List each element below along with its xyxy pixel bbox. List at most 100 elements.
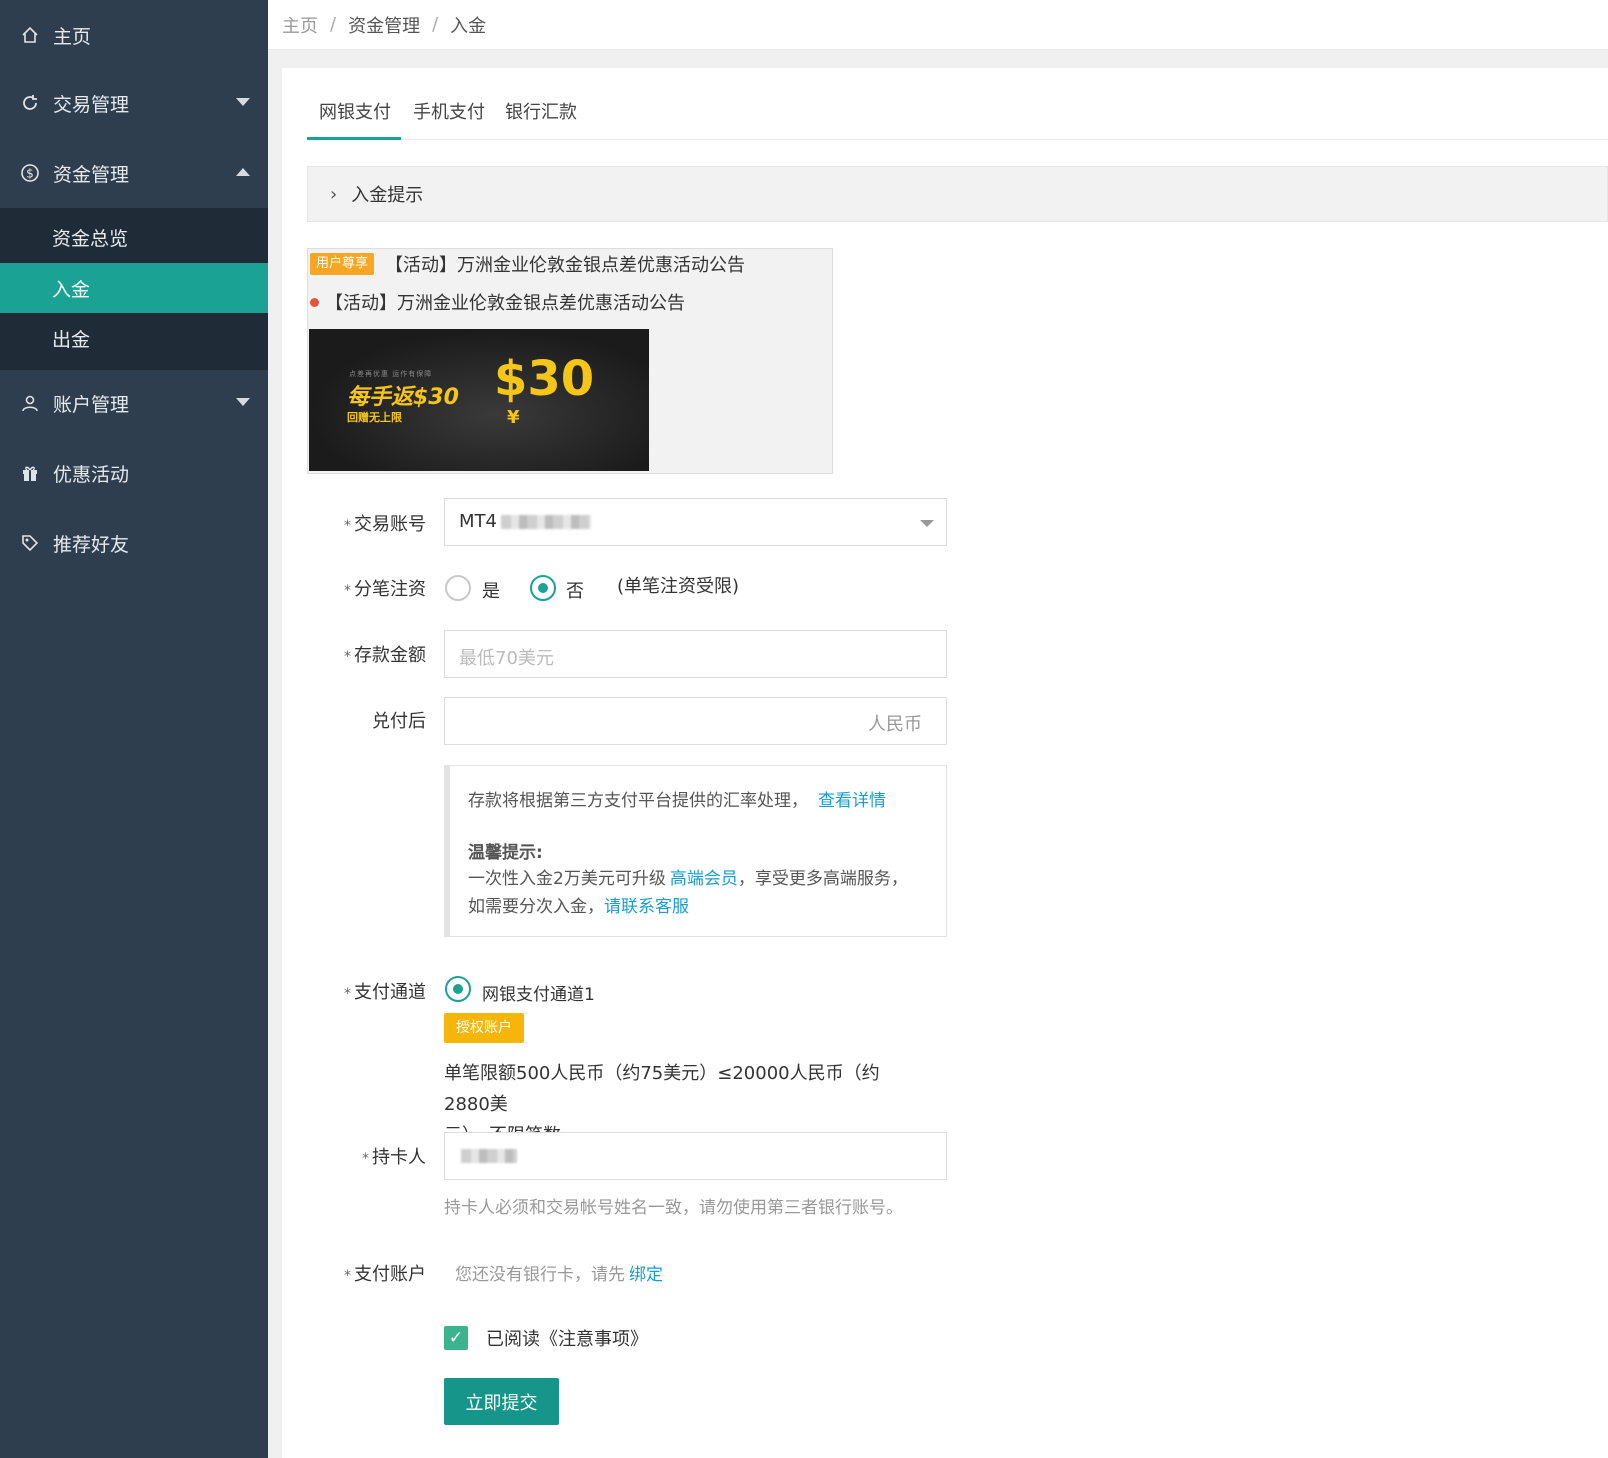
dollar-icon: $ (20, 163, 40, 183)
vip-badge: 用户尊享 (310, 253, 375, 275)
split-no-radio[interactable] (530, 575, 556, 601)
funds-submenu: 资金总览 入金 出金 (0, 208, 268, 370)
account-prefix: MT4 (459, 511, 497, 532)
breadcrumb-home[interactable]: 主页 (282, 12, 318, 38)
tab-label: 网银支付 (319, 102, 391, 123)
sub-item-deposit[interactable]: 入金 (0, 263, 268, 313)
collapse-label: 入金提示 (351, 185, 424, 206)
user-icon (20, 393, 40, 413)
announcement-box: 用户尊享 【活动】万洲金业伦敦金银点差优惠活动公告 【活动】万洲金业伦敦金银点差… (307, 248, 833, 474)
trading-account-select[interactable]: MT4 (444, 498, 947, 546)
breadcrumb-separator: / (330, 14, 337, 35)
sidebar: 主页 交易管理 $ 资金管理 资金总览 入金 出金 账户管理 优惠活动 推荐好友 (0, 0, 268, 1458)
nav-item-funds[interactable]: $ 资金管理 (0, 138, 268, 208)
required-mark: * (344, 1268, 351, 1284)
limit-line: 单笔限额500人民币（约75美元）≤20000人民币（约2880美 (444, 1063, 880, 1115)
premium-member-link[interactable]: 高端会员 (670, 869, 738, 889)
tab-mobile-pay[interactable]: 手机支付 (413, 98, 485, 140)
authorized-account-tag: 授权账户 (444, 1013, 524, 1043)
breadcrumb-funds[interactable]: 资金管理 (348, 12, 420, 38)
agree-label[interactable]: 已阅读《注意事项》 (486, 1325, 648, 1351)
nav-item-referral[interactable]: 推荐好友 (0, 508, 268, 578)
chevron-right-icon: › (330, 183, 338, 205)
contact-support-link[interactable]: 请联系客服 (604, 897, 689, 917)
banner-sub-text: 回赠无上限 (347, 411, 402, 424)
split-yes-radio[interactable] (445, 575, 471, 601)
view-details-link[interactable]: 查看详情 (818, 791, 886, 811)
gift-icon (20, 463, 40, 483)
required-mark: * (344, 518, 351, 534)
label-text: 分笔注资 (354, 579, 426, 600)
account-label: * 交易账号 (306, 510, 426, 536)
sub-item-label: 资金总览 (52, 227, 129, 250)
label-text: 持卡人 (372, 1147, 426, 1168)
required-mark: * (344, 986, 351, 1002)
chevron-up-icon (236, 168, 250, 176)
card-holder-input[interactable] (444, 1132, 947, 1180)
converted-label: 兑付后 (306, 707, 426, 733)
exchange-notice: 存款将根据第三方支付平台提供的汇率处理， 查看详情 温馨提示: 一次性入金2万美元… (444, 765, 947, 937)
notice-text: 如需要分次入金， (468, 897, 604, 917)
masked-holder-name (461, 1149, 517, 1163)
nav-label: 推荐好友 (53, 533, 130, 556)
deposit-tips-collapse[interactable]: › 入金提示 (307, 166, 1608, 222)
converted-amount-field: 人民币 (444, 697, 947, 745)
breadcrumb-separator: / (432, 14, 439, 35)
notice-text: 一次性入金2万美元可升级 (468, 869, 666, 889)
payment-tabs: 网银支付 手机支付 银行汇款 (307, 98, 1608, 140)
agree-checkbox[interactable]: ✓ (444, 1326, 468, 1350)
holder-label: * 持卡人 (306, 1143, 426, 1169)
chevron-down-icon (920, 520, 934, 527)
submit-button[interactable]: 立即提交 (444, 1378, 559, 1425)
sub-item-label: 入金 (52, 278, 91, 301)
sub-item-overview[interactable]: 资金总览 (0, 212, 268, 262)
split-note: (单笔注资受限) (617, 576, 740, 597)
notice-text: ，享受更多高端服务， (737, 869, 908, 889)
required-mark: * (362, 1151, 369, 1167)
bind-card-link[interactable]: 绑定 (629, 1265, 663, 1285)
split-no-label: 否 (566, 581, 584, 602)
announcement-link[interactable]: 【活动】万洲金业伦敦金银点差优惠活动公告 (385, 251, 745, 277)
nav-item-home[interactable]: 主页 (0, 0, 268, 70)
tab-bank-transfer[interactable]: 银行汇款 (505, 98, 577, 140)
channel-option-label: 网银支付通道1 (482, 985, 595, 1005)
nav-label: 优惠活动 (53, 463, 130, 486)
tab-label: 手机支付 (413, 102, 485, 123)
label-text: 交易账号 (354, 514, 426, 535)
bullet-dot-icon (310, 298, 319, 307)
channel-radio[interactable] (445, 976, 471, 1002)
announcement-link[interactable]: 【活动】万洲金业伦敦金银点差优惠活动公告 (325, 289, 685, 315)
tab-online-banking[interactable]: 网银支付 (307, 98, 401, 140)
notice-line3: 如需要分次入金，请联系客服 (468, 892, 689, 917)
refresh-icon (20, 93, 40, 113)
banner-small-text: 点差再优惠 运作有保障 (349, 370, 433, 378)
nav-item-account[interactable]: 账户管理 (0, 368, 268, 438)
chevron-down-icon (236, 398, 250, 406)
nav-label: 交易管理 (53, 93, 130, 116)
pay-account-text: 您还没有银行卡，请先 绑定 (455, 1260, 663, 1285)
currency-suffix: 人民币 (868, 714, 922, 735)
tab-label: 银行汇款 (505, 102, 577, 123)
notice-title: 温馨提示: (468, 843, 543, 863)
nav-label: 资金管理 (53, 163, 130, 186)
required-mark: * (344, 649, 351, 665)
pay-account-message: 您还没有银行卡，请先 (455, 1265, 625, 1285)
sub-item-withdraw[interactable]: 出金 (0, 313, 268, 363)
breadcrumb: 主页 / 资金管理 / 入金 (268, 0, 1608, 50)
channel-label: * 支付通道 (306, 978, 426, 1004)
sub-item-label: 出金 (52, 328, 91, 351)
notice-line1: 存款将根据第三方支付平台提供的汇率处理， 查看详情 (468, 786, 886, 811)
main-panel: 网银支付 手机支付 银行汇款 › 入金提示 用户尊享 【活动】万洲金业伦敦金银点… (282, 68, 1608, 1458)
svg-text:$: $ (26, 167, 34, 181)
tag-icon (20, 533, 40, 553)
nav-item-trade[interactable]: 交易管理 (0, 68, 268, 138)
checkmark-icon: ✓ (448, 1328, 464, 1348)
nav-item-promotions[interactable]: 优惠活动 (0, 438, 268, 508)
breadcrumb-deposit: 入金 (450, 15, 487, 37)
deposit-amount-input[interactable]: 最低70美元 (444, 630, 947, 678)
promo-banner-image[interactable]: 点差再优惠 运作有保障 每手返$30 回赠无上限 $30 ¥ (309, 329, 649, 471)
amount-label: * 存款金额 (306, 641, 426, 667)
nav-label: 主页 (53, 25, 92, 48)
banner-main-text: 每手返$30 (347, 385, 459, 410)
pay-account-label: * 支付账户 (306, 1260, 426, 1286)
